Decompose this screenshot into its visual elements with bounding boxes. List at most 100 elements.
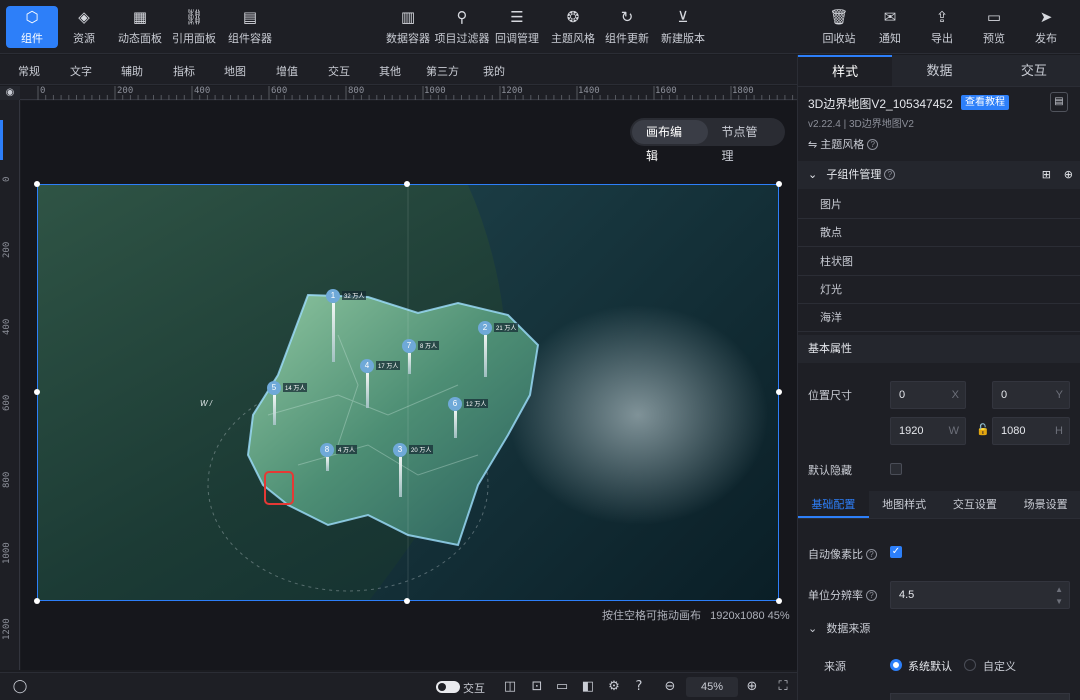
lock-ratio-icon[interactable]: 🔓 xyxy=(976,423,990,436)
layout-icon[interactable]: ◧ xyxy=(580,679,596,695)
recycle-bin-button[interactable]: 🗑 回收站 xyxy=(813,6,865,48)
category-third-party[interactable]: 第三方 xyxy=(426,63,459,79)
tab-map-style[interactable]: 地图样式 xyxy=(869,491,940,518)
subcomponent-light[interactable]: 灯光 xyxy=(798,276,1080,304)
ruler-visibility-eye-icon[interactable]: ◉ xyxy=(0,86,20,100)
category-indicator[interactable]: 指标 xyxy=(173,63,195,79)
height-input[interactable]: 1080 H xyxy=(992,417,1070,445)
theme-style-row[interactable]: ⇋ 主题风格? xyxy=(808,136,879,152)
tab-style[interactable]: 样式 xyxy=(798,55,893,86)
resize-handle[interactable] xyxy=(776,181,782,187)
tab-interaction[interactable]: 交互 xyxy=(986,55,1080,86)
category-interaction[interactable]: 交互 xyxy=(328,63,350,79)
tab-data[interactable]: 数据 xyxy=(892,55,987,86)
resolution-row: 单位分辨率? xyxy=(808,587,877,603)
terminal-icon[interactable]: ⊡ xyxy=(529,679,545,695)
category-map[interactable]: 地图 xyxy=(224,63,246,79)
y-input[interactable]: 0Y xyxy=(992,381,1070,409)
subcomponent-ocean[interactable]: 海洋 xyxy=(798,304,1080,332)
resize-handle[interactable] xyxy=(404,181,410,187)
ruler-left: 0 200 400 600 800 1000 1200 xyxy=(0,100,20,670)
source-option-custom[interactable]: 自定义 xyxy=(983,658,1016,674)
help-icon: ? xyxy=(866,549,877,560)
map-marker-bar xyxy=(399,457,402,497)
ruler-top-label: 1200 xyxy=(501,86,523,96)
resource-button[interactable]: ◈ 资源 xyxy=(58,6,110,48)
subcomponent-scatter[interactable]: 散点 xyxy=(798,219,1080,247)
map-marker-number: 8 xyxy=(320,443,334,457)
resize-handle[interactable] xyxy=(776,389,782,395)
source-field[interactable] xyxy=(890,693,1070,700)
category-text[interactable]: 文字 xyxy=(70,63,92,79)
folder-add-icon[interactable]: ⊞ xyxy=(1042,161,1051,189)
ruler-top-label: 200 xyxy=(117,86,134,96)
ruler-top-label: 400 xyxy=(194,86,211,96)
theme-style-button[interactable]: ❂ 主题风格 xyxy=(547,6,599,48)
reference-panel-button[interactable]: ⛓ 引用面板 xyxy=(168,6,220,48)
map-marker-value: 17 万人 xyxy=(376,361,401,370)
category-mine[interactable]: 我的 xyxy=(483,63,505,79)
resize-handle[interactable] xyxy=(34,181,40,187)
zoom-in-icon[interactable]: ⊕ xyxy=(744,679,760,695)
tab-scene-settings[interactable]: 场景设置 xyxy=(1010,491,1080,518)
subcomponent-header[interactable]: ⌄ 子组件管理? ⊞ ⊕ xyxy=(798,161,1080,189)
publish-button[interactable]: ➤ 发布 xyxy=(1020,6,1072,48)
tab-basic-config[interactable]: 基础配置 xyxy=(798,491,869,518)
chart-icon[interactable]: ◫ xyxy=(502,679,518,695)
source-radio-default[interactable] xyxy=(890,659,902,671)
view-tutorial-button[interactable]: 查看教程 xyxy=(961,95,1009,110)
interaction-toggle[interactable] xyxy=(436,681,460,693)
resize-handle[interactable] xyxy=(776,598,782,604)
category-value-added[interactable]: 增值 xyxy=(276,63,298,79)
user-icon[interactable]: ◯ xyxy=(12,679,28,695)
category-auxiliary[interactable]: 辅助 xyxy=(121,63,143,79)
tab-canvas-edit[interactable]: 画布编辑 xyxy=(632,120,708,163)
stepper-icon[interactable]: ▲ ▼ xyxy=(1055,584,1063,608)
preview-button[interactable]: ▭ 预览 xyxy=(968,6,1020,48)
zoom-out-icon[interactable]: ⊖ xyxy=(662,679,678,695)
data-container-button[interactable]: ▥ 数据容器 xyxy=(382,6,434,48)
ruler-top-ticks xyxy=(37,86,794,100)
resize-handle[interactable] xyxy=(34,598,40,604)
datasource-row[interactable]: ⌄ 数据来源 xyxy=(808,620,870,636)
x-input[interactable]: 0X xyxy=(890,381,966,409)
resize-handle[interactable] xyxy=(34,389,40,395)
component-update-button[interactable]: ↻ 组件更新 xyxy=(601,6,653,48)
settings-gear-icon[interactable]: ⚙ xyxy=(606,679,622,695)
monitor-icon[interactable]: ▭ xyxy=(554,679,570,695)
subcomponent-image[interactable]: 图片 xyxy=(798,191,1080,219)
subcomponent-bar[interactable]: 柱状图 xyxy=(798,248,1080,276)
tab-node-manage[interactable]: 节点管理 xyxy=(708,120,784,163)
new-version-button[interactable]: ⊻ 新建版本 xyxy=(657,6,709,48)
fit-screen-icon[interactable]: ⛶ xyxy=(775,679,791,695)
palette-icon: ❂ xyxy=(566,8,580,26)
dynamic-panel-button[interactable]: ▦ 动态面板 xyxy=(114,6,166,48)
theme-style-label: 主题风格 xyxy=(551,33,595,45)
sliders-icon: ☰ xyxy=(510,8,524,26)
callback-manage-button[interactable]: ☰ 回调管理 xyxy=(491,6,543,48)
map-marker-number: 2 xyxy=(478,321,492,335)
width-input[interactable]: 1920 W xyxy=(890,417,966,445)
auto-pixel-ratio-checkbox[interactable]: ✓ xyxy=(890,546,902,558)
project-filter-button[interactable]: ⚲ 项目过滤器 xyxy=(435,6,490,48)
category-other[interactable]: 其他 xyxy=(379,63,401,79)
document-icon[interactable]: ▤ xyxy=(1050,92,1068,112)
map-component-preview[interactable]: 1 32 万人 2 21 万人 3 20 万人 4 17 万人 5 14 万人 6 12 万人 7 8 万… xyxy=(37,184,779,601)
resize-handle[interactable] xyxy=(404,598,410,604)
resolution-input[interactable]: 4.5 ▲ ▼ xyxy=(890,581,1070,609)
help-icon[interactable]: ? xyxy=(631,679,647,695)
source-option-default[interactable]: 系统默认 xyxy=(908,658,952,674)
plus-circle-icon[interactable]: ⊕ xyxy=(1064,161,1073,189)
component-button[interactable]: ⬡ 组件 xyxy=(6,6,58,48)
export-button[interactable]: ⇪ 导出 xyxy=(916,6,968,48)
zoom-level-input[interactable]: 45% xyxy=(686,677,738,697)
component-container-button[interactable]: ▤ 组件容器 xyxy=(224,6,276,48)
source-radio-custom[interactable] xyxy=(964,659,976,671)
map-marker-number: 4 xyxy=(360,359,374,373)
notification-button[interactable]: ✉ 通知 xyxy=(864,6,916,48)
refresh-icon: ↻ xyxy=(620,8,634,26)
category-general[interactable]: 常规 xyxy=(18,63,40,79)
ruler-active-indicator xyxy=(0,120,3,160)
tab-interaction-settings[interactable]: 交互设置 xyxy=(940,491,1011,518)
default-hidden-checkbox[interactable] xyxy=(890,463,902,475)
